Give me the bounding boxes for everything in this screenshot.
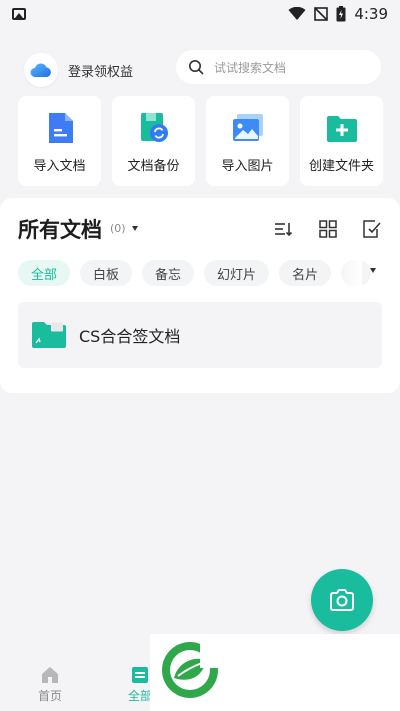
folder-add-icon bbox=[326, 116, 357, 142]
login-label: 登录领权益 bbox=[68, 64, 134, 80]
no-signal-icon bbox=[314, 7, 329, 21]
login-entry[interactable]: 登录领权益 bbox=[24, 53, 133, 87]
all-docs-icon bbox=[132, 667, 148, 683]
documents-dropdown-icon[interactable] bbox=[132, 226, 138, 231]
backup-icon bbox=[140, 113, 168, 142]
filter-chip-all[interactable]: 全部 bbox=[18, 260, 71, 286]
filter-chip-slides[interactable]: 幻灯片 bbox=[204, 260, 270, 286]
camera-icon bbox=[330, 589, 354, 611]
documents-title: 所有文档 bbox=[18, 218, 102, 242]
quick-actions: 导入文档 文档备份 导入图片 创建文件夹 bbox=[18, 96, 384, 186]
list-item[interactable]: CS合合签文档 bbox=[18, 302, 382, 368]
watermark-overlay bbox=[150, 634, 400, 711]
import-image-button[interactable]: 导入图片 bbox=[206, 96, 289, 186]
status-time: 4:39 bbox=[354, 5, 388, 23]
search-icon bbox=[189, 60, 204, 75]
search-bar[interactable]: 试试搜索文档 bbox=[176, 50, 381, 84]
leaf-logo-icon bbox=[162, 642, 220, 698]
sort-icon bbox=[275, 223, 293, 237]
status-bar: 4:39 bbox=[0, 0, 400, 28]
filter-chips: 全部 白板 备忘 幻灯片 名片 bbox=[18, 260, 382, 286]
nav-label-all: 全部 bbox=[127, 689, 152, 703]
documents-panel: 所有文档 (0) 全部 白板 备忘 幻灯片 名片 CS合合签文档 bbox=[0, 198, 400, 393]
import-document-button[interactable]: 导入文档 bbox=[18, 96, 101, 186]
camera-button[interactable] bbox=[311, 569, 373, 631]
create-folder-button[interactable]: 创建文件夹 bbox=[300, 96, 383, 186]
image-import-icon bbox=[232, 114, 263, 141]
grid-view-button[interactable] bbox=[318, 220, 338, 238]
chips-fade bbox=[338, 260, 362, 286]
search-placeholder: 试试搜索文档 bbox=[214, 60, 287, 75]
document-import-icon bbox=[48, 113, 73, 143]
grid-icon bbox=[319, 220, 337, 238]
folder-icon bbox=[32, 322, 66, 348]
cloud-icon bbox=[30, 63, 51, 77]
battery-charging-icon bbox=[336, 6, 346, 22]
gallery-notification-icon bbox=[12, 8, 26, 20]
filter-chip-cards[interactable]: 名片 bbox=[279, 260, 332, 286]
status-indicators: 4:39 bbox=[288, 5, 388, 23]
backup-document-button[interactable]: 文档备份 bbox=[112, 96, 195, 186]
nav-item-home[interactable]: 首页 bbox=[25, 665, 75, 704]
sort-button[interactable] bbox=[274, 220, 294, 238]
document-name: CS合合签文档 bbox=[79, 327, 181, 346]
home-icon bbox=[42, 667, 58, 683]
select-button[interactable] bbox=[362, 220, 382, 238]
create-folder-label: 创建文件夹 bbox=[308, 159, 374, 174]
filter-chip-memo[interactable]: 备忘 bbox=[142, 260, 195, 286]
wifi-icon bbox=[288, 7, 306, 20]
backup-document-label: 文档备份 bbox=[127, 159, 180, 174]
documents-count: (0) bbox=[110, 222, 126, 235]
view-tools bbox=[274, 220, 382, 238]
filter-expand-icon[interactable] bbox=[370, 268, 376, 273]
multi-select-icon bbox=[363, 220, 381, 238]
nav-label-home: 首页 bbox=[37, 689, 62, 703]
cloud-avatar bbox=[24, 53, 58, 87]
import-image-label: 导入图片 bbox=[221, 159, 274, 174]
filter-chip-whiteboard[interactable]: 白板 bbox=[80, 260, 133, 286]
import-document-label: 导入文档 bbox=[33, 159, 86, 174]
header: 登录领权益 试试搜索文档 bbox=[0, 50, 400, 88]
